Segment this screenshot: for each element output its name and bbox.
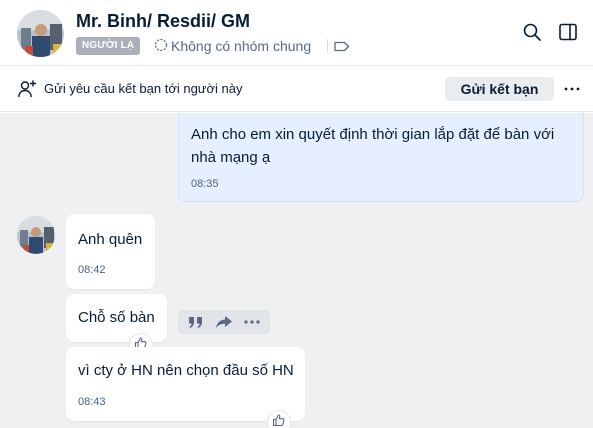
message-list[interactable]: Anh cho em xin quyết định thời gian lắp … bbox=[0, 113, 593, 428]
contact-avatar[interactable] bbox=[17, 10, 64, 57]
tag-icon[interactable] bbox=[333, 38, 350, 55]
message-text: Anh quên bbox=[78, 231, 143, 248]
message-time: 08:42 bbox=[78, 264, 106, 276]
header-divider bbox=[327, 39, 328, 53]
message-text: Anh cho em xin quyết định thời gian lắp … bbox=[191, 126, 555, 166]
sender-avatar[interactable] bbox=[17, 216, 55, 254]
message-time: 08:43 bbox=[78, 396, 106, 408]
mutual-groups-text: Không có nhóm chung bbox=[171, 38, 312, 54]
friend-request-text: Gửi yêu cầu kết bạn tới người này bbox=[44, 81, 243, 96]
conversation-header: Mr. Binh/ Resdii/ GM NGƯỜI LẠ Không có n… bbox=[0, 0, 593, 66]
mutual-groups-info: Không có nhóm chung bbox=[154, 37, 311, 55]
outgoing-message[interactable]: Anh cho em xin quyết định thời gian lắp … bbox=[178, 113, 584, 202]
friend-request-bar: Gửi yêu cầu kết bạn tới người này Gửi kế… bbox=[0, 66, 593, 112]
message-actions-toolbar bbox=[178, 310, 270, 334]
forward-icon[interactable] bbox=[213, 312, 235, 332]
message-text: Chỗ số bàn bbox=[78, 309, 155, 326]
stranger-badge: NGƯỜI LẠ bbox=[76, 37, 141, 55]
contact-name[interactable]: Mr. Binh/ Resdii/ GM bbox=[76, 11, 250, 32]
add-friend-icon bbox=[17, 79, 37, 99]
incoming-message[interactable]: Chỗ số bàn bbox=[66, 294, 167, 342]
incoming-message[interactable]: Anh quên 08:42 bbox=[66, 214, 155, 289]
message-text: vì cty ở HN nên chọn đầu số HN bbox=[78, 362, 294, 379]
sidebar-toggle-icon[interactable] bbox=[556, 20, 580, 44]
like-reaction-button[interactable] bbox=[267, 410, 291, 428]
incoming-message[interactable]: vì cty ở HN nên chọn đầu số HN 08:43 bbox=[66, 347, 305, 421]
send-friend-request-button[interactable]: Gửi kết bạn bbox=[445, 77, 554, 101]
thumbs-up-icon bbox=[272, 413, 286, 428]
more-icon[interactable] bbox=[561, 79, 583, 99]
group-icon bbox=[154, 38, 168, 55]
search-icon[interactable] bbox=[520, 20, 544, 44]
message-time: 08:35 bbox=[191, 178, 219, 190]
quote-icon[interactable] bbox=[185, 312, 207, 332]
more-icon[interactable] bbox=[241, 312, 263, 332]
